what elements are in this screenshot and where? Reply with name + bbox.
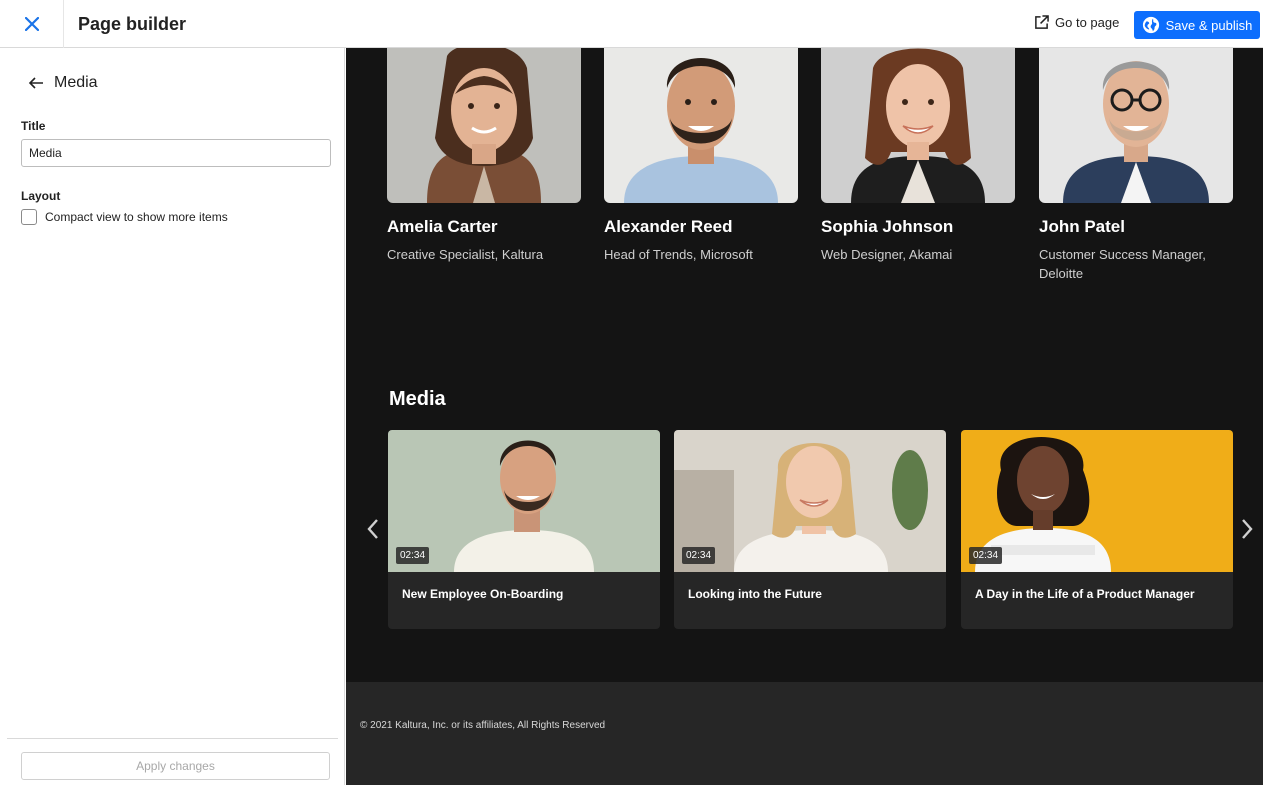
media-card[interactable]: 02:34 A Day in the Life of a Product Man… — [961, 430, 1233, 629]
speaker-photo — [387, 48, 581, 203]
external-link-icon — [1035, 15, 1049, 29]
speaker-photo — [1039, 48, 1233, 203]
page-title: Page builder — [78, 14, 187, 34]
media-card[interactable]: 02:34 New Employee On-Boarding — [388, 430, 660, 629]
speaker-name: John Patel — [1039, 217, 1125, 236]
close-icon — [24, 16, 40, 32]
copyright-text: © 2021 Kaltura, Inc. or its affiliates, … — [360, 720, 606, 731]
media-thumbnail: 02:34 — [674, 430, 946, 572]
media-thumbnail: 02:34 — [961, 430, 1233, 572]
section-name: Media — [54, 74, 98, 91]
page-footer: © 2021 Kaltura, Inc. or its affiliates, … — [346, 682, 1263, 785]
carousel-next-button[interactable] — [1237, 514, 1257, 544]
media-title: Looking into the Future — [688, 587, 822, 601]
sidebar-footer-divider — [7, 738, 338, 739]
duration-badge: 02:34 — [969, 547, 1003, 564]
speaker-role: Creative Specialist, Kaltura — [387, 247, 544, 262]
speaker-photo — [604, 48, 798, 203]
speaker-name: Alexander Reed — [604, 217, 733, 236]
compact-view-option[interactable]: Compact view to show more items — [21, 209, 228, 225]
top-bar: Page builder Go to page Save & publish — [0, 0, 1263, 48]
carousel-prev-button[interactable] — [363, 514, 383, 544]
title-label: Title — [21, 119, 46, 133]
page-preview: Amelia Carter Creative Specialist, Kaltu… — [346, 48, 1263, 785]
speaker-role: Web Designer, Akamai — [821, 247, 953, 262]
chevron-left-icon — [367, 519, 378, 539]
duration-badge: 02:34 — [682, 547, 716, 564]
speaker-role: Head of Trends, Microsoft — [604, 247, 753, 262]
compact-view-checkbox[interactable] — [21, 209, 37, 225]
speaker-card[interactable]: Alexander Reed Head of Trends, Microsoft — [604, 48, 798, 262]
save-publish-button[interactable]: Save & publish — [1134, 11, 1260, 39]
speaker-card[interactable]: Sophia Johnson Web Designer, Akamai — [821, 48, 1015, 262]
apply-changes-button[interactable]: Apply changes — [21, 752, 330, 780]
title-input[interactable] — [21, 139, 331, 167]
speaker-card[interactable]: John Patel Customer Success Manager, Del… — [1039, 48, 1233, 281]
go-to-page-link[interactable]: Go to page — [1034, 15, 1119, 30]
go-to-page-label: Go to page — [1055, 15, 1120, 30]
settings-sidebar: Media Title Layout Compact view to show … — [0, 48, 345, 785]
speaker-card[interactable]: Amelia Carter Creative Specialist, Kaltu… — [387, 48, 581, 262]
speaker-name: Amelia Carter — [387, 217, 498, 236]
title-divider — [63, 0, 64, 48]
globe-icon — [1142, 16, 1159, 34]
media-title: A Day in the Life of a Product Manager — [975, 587, 1195, 601]
close-button[interactable] — [20, 12, 44, 36]
compact-view-label: Compact view to show more items — [45, 210, 228, 224]
back-button[interactable]: Media — [28, 74, 98, 92]
media-thumbnail: 02:34 — [388, 430, 660, 572]
media-section-heading: Media — [389, 388, 446, 410]
chevron-right-icon — [1242, 519, 1253, 539]
speaker-photo — [821, 48, 1015, 203]
arrow-left-icon — [28, 77, 43, 89]
save-publish-label: Save & publish — [1165, 17, 1253, 33]
speaker-role: Customer Success Manager, Deloitte — [1039, 247, 1206, 281]
duration-badge: 02:34 — [396, 547, 430, 564]
media-title: New Employee On-Boarding — [402, 587, 564, 601]
speaker-name: Sophia Johnson — [821, 217, 954, 236]
layout-label: Layout — [21, 189, 61, 203]
media-card[interactable]: 02:34 Looking into the Future — [674, 430, 946, 629]
